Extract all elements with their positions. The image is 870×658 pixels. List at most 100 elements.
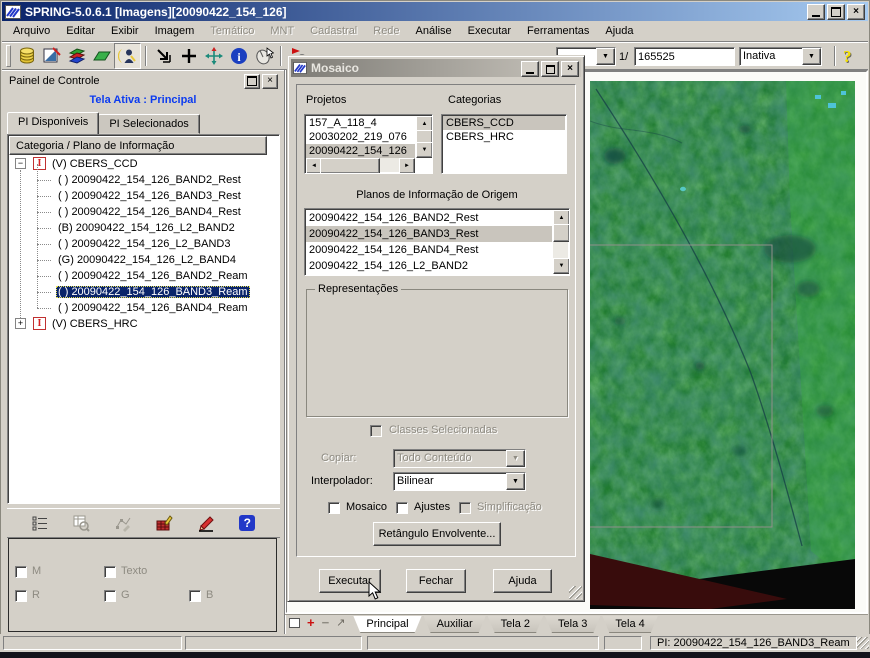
tab-principal[interactable]: Principal [353,616,421,633]
dialog-help-button[interactable]: Ajuda [493,569,552,593]
raster-edit-button[interactable] [152,511,176,535]
list-item[interactable]: 20090422_154_126_BAND3_Rest [306,226,552,242]
collapse-icon[interactable]: − [15,158,26,169]
scroll-down-icon[interactable]: ▼ [416,142,433,158]
menu-cadastral[interactable]: Cadastral [302,22,365,40]
tab-tela-2[interactable]: Tela 2 [488,616,543,633]
chevron-down-icon[interactable]: ▼ [802,48,821,65]
window-titlebar[interactable]: SPRING-5.0.6.1 [Imagens][20090422_154_12… [2,2,868,21]
menu-análise[interactable]: Análise [408,22,460,40]
menu-ferramentas[interactable]: Ferramentas [519,22,597,40]
scale-input[interactable] [634,47,735,66]
tree-item[interactable]: ( ) 20090422_154_126_BAND2_Rest [8,172,279,188]
acquire-button[interactable] [251,44,276,68]
menu-mnt[interactable]: MNT [262,22,302,40]
checkbox-m[interactable] [15,566,27,578]
list-item[interactable]: 20090422_154_126_BAND2_Rest [306,210,552,226]
parallelogram-button[interactable] [89,44,114,68]
classes-checkbox[interactable] [370,425,382,437]
menu-rede[interactable]: Rede [365,22,407,40]
list-item[interactable]: 20090422_154_126 [306,144,415,158]
tree-item[interactable]: (G) 20090422_154_126_L2_BAND4 [8,252,279,268]
zoom-plus-button[interactable] [176,44,201,68]
list-item[interactable]: 157_A_118_4 [306,116,415,130]
recompose-button[interactable] [151,44,176,68]
tab-pi-selecionados[interactable]: PI Selecionados [98,114,200,134]
detach-screen-icon[interactable]: ↗ [336,618,345,628]
scrollbar-thumb[interactable] [553,224,570,242]
minimize-button[interactable] [807,4,825,20]
cursor-info-button[interactable] [114,43,141,69]
resize-grip[interactable] [569,586,582,599]
checkbox-texto[interactable] [104,566,116,578]
dialog-close-action-button[interactable]: Fechar [406,569,466,593]
undock-button[interactable] [244,74,260,89]
menu-executar[interactable]: Executar [460,22,519,40]
mosaico-checkbox[interactable] [328,502,340,514]
measure-button[interactable] [39,44,64,68]
dialog-maximize-button[interactable] [541,61,559,77]
menu-editar[interactable]: Editar [58,22,103,40]
tree-item[interactable]: ( ) 20090422_154_126_BAND4_Ream [8,300,279,316]
window-resize-grip[interactable] [857,637,869,649]
vertical-scrollbar[interactable]: ▲ ▼ [553,210,568,274]
close-button[interactable]: × [847,4,865,20]
tree-item[interactable]: ( ) 20090422_154_126_BAND3_Rest [8,188,279,204]
bounding-rectangle-button[interactable]: Retângulo Envolvente... [373,522,501,546]
menu-ajuda[interactable]: Ajuda [597,22,641,40]
simplificacao-checkbox[interactable] [459,502,471,514]
list-item[interactable]: 20090422_154_126_L2_BAND2 [306,258,552,274]
list-item[interactable]: CBERS_HRC [443,130,565,144]
projects-listbox[interactable]: 157_A_118_420030202_219_07620090422_154_… [304,114,433,174]
list-item[interactable]: 20090422_154_126_BAND4_Rest [306,242,552,258]
tree-header[interactable]: Categoria / Plano de Informação [9,136,267,155]
pan-button[interactable] [201,44,226,68]
expand-icon[interactable]: + [15,318,26,329]
tab-auxiliar[interactable]: Auxiliar [424,616,486,633]
dock-icon[interactable] [289,618,300,628]
panel-close-button[interactable]: × [262,74,278,89]
list-item[interactable]: 20030202_219_076 [306,130,415,144]
draw-button[interactable] [194,511,218,535]
interpolator-combobox[interactable]: Bilinear ▼ [393,472,526,491]
planes-listbox[interactable]: 20090422_154_126_BAND2_Rest20090422_154_… [304,208,570,276]
tree-item[interactable]: ( ) 20090422_154_126_L2_BAND3 [8,236,279,252]
tab-tela-3[interactable]: Tela 3 [545,616,600,633]
database-button[interactable] [14,44,39,68]
tree-item[interactable]: ( ) 20090422_154_126_BAND4_Rest [8,204,279,220]
info-button[interactable]: i [226,44,251,68]
remove-screen-icon[interactable]: − [322,618,330,628]
dialog-close-button[interactable]: × [561,61,579,77]
vector-edit-button[interactable] [111,511,135,535]
dialog-titlebar[interactable]: Mosaico × [291,59,581,77]
vertical-scrollbar[interactable]: ▲ ▼ [416,116,431,158]
mode-combobox[interactable]: Inativa ▼ [739,46,822,67]
list-item[interactable]: CBERS_CCD [443,116,565,130]
checkbox-b[interactable] [189,590,201,602]
chevron-down-icon[interactable]: ▼ [506,473,525,490]
tree-item[interactable]: ( ) 20090422_154_126_BAND2_Ream [8,268,279,284]
scroll-right-icon[interactable]: ► [399,158,415,174]
checkbox-r[interactable] [15,590,27,602]
tree-item[interactable]: (B) 20090422_154_126_L2_BAND2 [8,220,279,236]
menu-temático[interactable]: Temático [202,22,262,40]
menu-imagem[interactable]: Imagem [147,22,203,40]
maximize-button[interactable] [827,4,845,20]
chevron-down-icon[interactable]: ▼ [596,48,615,65]
ajustes-checkbox[interactable] [396,502,408,514]
panel-help-button[interactable]: ? [235,511,259,535]
tree-category[interactable]: −I(V) CBERS_CCD [8,156,279,172]
categories-listbox[interactable]: CBERS_CCDCBERS_HRC [441,114,567,174]
checkbox-g[interactable] [104,590,116,602]
add-screen-icon[interactable]: + [307,618,315,628]
tab-pi-disponiveis[interactable]: PI Disponíveis [7,112,99,134]
scrollbar-thumb[interactable] [320,158,380,174]
tree-category[interactable]: +I(V) CBERS_HRC [8,316,279,332]
satellite-image[interactable] [590,81,855,609]
zoom-table-button[interactable] [69,511,93,535]
layers-button[interactable] [64,44,89,68]
horizontal-scrollbar[interactable]: ◄ ► [306,158,415,172]
help-button[interactable]: ? [843,46,852,67]
menu-exibir[interactable]: Exibir [103,22,147,40]
scroll-down-icon[interactable]: ▼ [553,258,570,274]
